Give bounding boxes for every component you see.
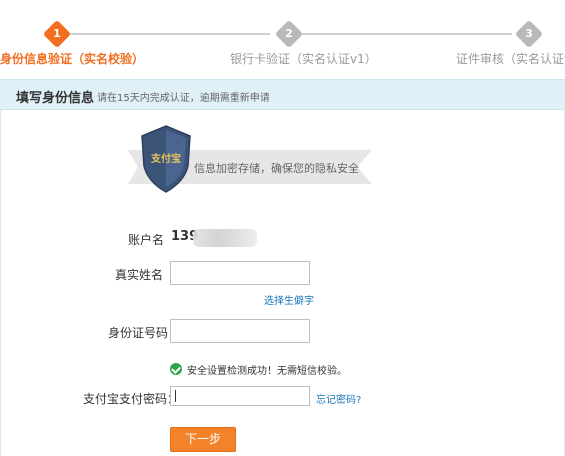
panel-border	[0, 110, 1, 456]
step-number: 1	[53, 27, 61, 40]
text-cursor	[175, 390, 176, 402]
step-number: 3	[525, 27, 533, 40]
step-connector	[70, 33, 270, 35]
step-connector	[302, 33, 512, 35]
forgot-password-link[interactable]: 忘记密码?	[316, 391, 361, 406]
rare-character-link[interactable]: 选择生僻字	[264, 292, 314, 307]
pay-password-input[interactable]	[170, 386, 310, 406]
shield-icon: 支付宝	[141, 125, 191, 193]
id-number-label: 身份证号码	[108, 326, 169, 340]
check-circle-icon	[170, 363, 182, 375]
progress-stepper: 1 2 3 身份信息验证（实名校验） 银行卡验证（实名认证v1） 证件审核（实名…	[0, 0, 565, 72]
banner-text: 信息加密存储，确保您的隐私安全	[194, 162, 359, 175]
shield-logo-text: 支付宝	[150, 152, 181, 165]
id-number-input[interactable]	[170, 319, 310, 343]
section-title: 填写身份信息	[16, 91, 95, 106]
real-name-label: 真实姓名	[115, 268, 164, 282]
verify-message: 安全设置检测成功！无需短信校验。	[187, 366, 347, 377]
real-name-input[interactable]	[170, 261, 310, 285]
step-number: 2	[285, 27, 293, 40]
section-subtitle: 请在15天内完成认证，逾期需重新申请	[97, 93, 270, 104]
step-3-marker: 3	[514, 19, 544, 49]
section-header: 填写身份信息 请在15天内完成认证，逾期需重新申请	[0, 79, 565, 110]
account-label: 账户名	[128, 233, 165, 247]
next-step-button[interactable]: 下一步	[170, 427, 236, 452]
step-3-label: 证件审核（实名认证v2）	[456, 52, 565, 66]
step-1-label: 身份信息验证（实名校验）	[0, 52, 145, 66]
step-1-marker: 1	[42, 19, 72, 49]
step-2-marker: 2	[274, 19, 304, 49]
masked-account-number	[193, 229, 257, 247]
step-2-label: 银行卡验证（实名认证v1）	[230, 52, 377, 66]
pay-password-label: 支付宝支付密码：	[83, 392, 180, 406]
